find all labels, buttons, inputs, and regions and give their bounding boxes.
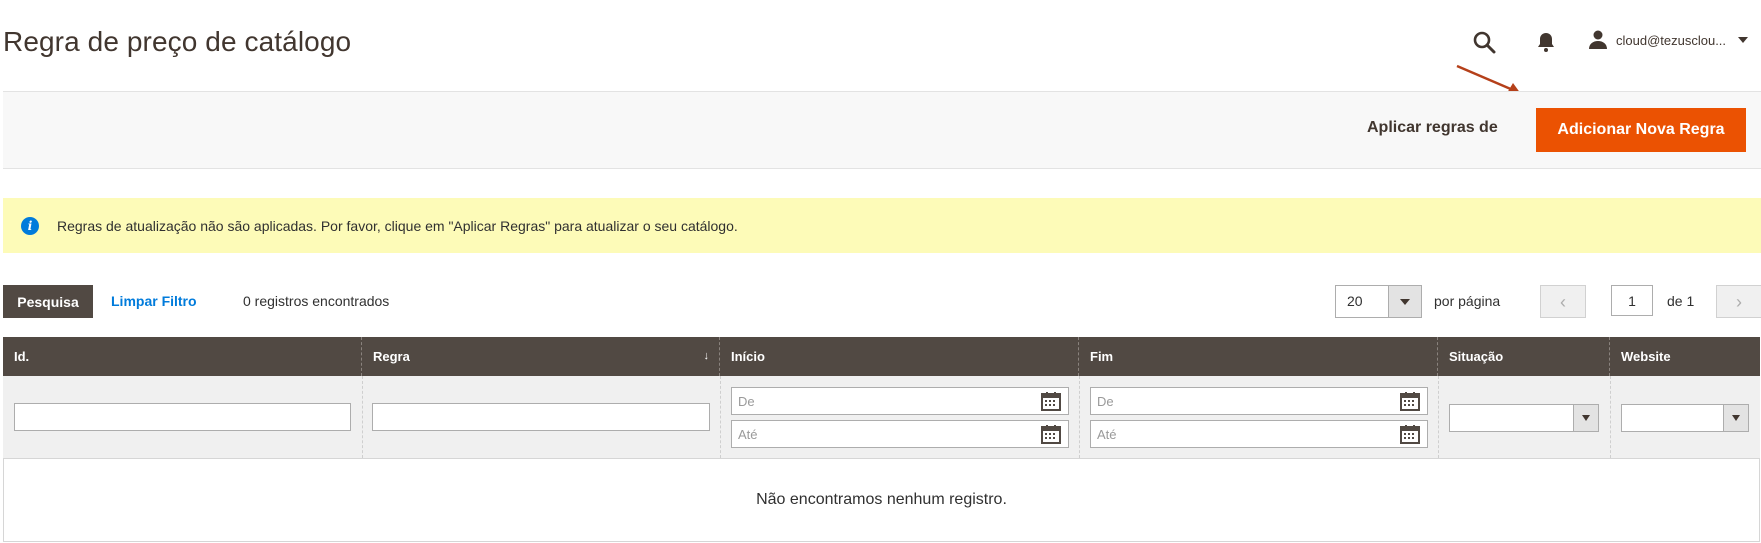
apply-rules-button[interactable]: Aplicar regras de — [1367, 119, 1498, 137]
calendar-icon[interactable] — [1400, 391, 1420, 411]
filter-rule-input[interactable] — [372, 403, 710, 431]
info-message-text: Regras de atualização não são aplicadas.… — [57, 218, 738, 234]
page-total: de 1 — [1667, 293, 1695, 309]
empty-records-message: Não encontramos nenhum registro. — [3, 459, 1760, 542]
column-header-rule[interactable]: Regra ↓ — [362, 337, 720, 376]
bell-icon[interactable] — [1534, 30, 1558, 54]
user-menu[interactable]: cloud@tezusclou... — [1588, 28, 1749, 52]
per-page-select[interactable]: 20 — [1335, 285, 1422, 318]
column-header-rule-label: Regra — [373, 349, 410, 364]
info-icon: i — [21, 217, 39, 235]
calendar-icon[interactable] — [1041, 424, 1061, 444]
search-icon[interactable] — [1472, 30, 1496, 54]
column-divider — [1610, 376, 1611, 458]
next-page-button[interactable]: › — [1716, 285, 1761, 318]
filter-id-input[interactable] — [14, 403, 351, 431]
column-divider — [720, 376, 721, 458]
column-header-status[interactable]: Situação — [1438, 337, 1610, 376]
filter-start-to-input[interactable] — [731, 420, 1069, 448]
user-name: cloud@tezusclou... — [1616, 32, 1727, 48]
filter-website-select[interactable] — [1621, 404, 1749, 432]
add-new-rule-button[interactable]: Adicionar Nova Regra — [1536, 108, 1746, 152]
chevron-right-icon: › — [1736, 291, 1742, 312]
filter-start-from-input[interactable] — [731, 387, 1069, 415]
column-header-website[interactable]: Website — [1610, 337, 1760, 376]
column-divider — [362, 376, 363, 458]
calendar-icon[interactable] — [1400, 424, 1420, 444]
chevron-down-icon — [1573, 405, 1598, 431]
per-page-label: por página — [1434, 293, 1501, 309]
search-button[interactable]: Pesquisa — [3, 285, 93, 318]
sort-arrow-icon: ↓ — [703, 350, 710, 362]
filter-end-to-input[interactable] — [1090, 420, 1428, 448]
chevron-down-icon[interactable] — [1388, 286, 1421, 317]
current-page-input[interactable] — [1611, 285, 1653, 316]
user-icon — [1588, 29, 1608, 52]
per-page-value: 20 — [1347, 293, 1363, 309]
records-count: 0 registros encontrados — [243, 293, 390, 309]
column-header-start[interactable]: Início — [720, 337, 1079, 376]
chevron-down-icon — [1723, 405, 1748, 431]
filter-end-from-input[interactable] — [1090, 387, 1428, 415]
column-header-end[interactable]: Fim — [1079, 337, 1438, 376]
column-divider — [1079, 376, 1080, 458]
column-divider — [1438, 376, 1439, 458]
page-title: Regra de preço de catálogo — [3, 26, 352, 57]
prev-page-button[interactable]: ‹ — [1540, 285, 1586, 318]
calendar-icon[interactable] — [1041, 391, 1061, 411]
clear-filter-link[interactable]: Limpar Filtro — [111, 292, 197, 310]
chevron-left-icon: ‹ — [1560, 291, 1566, 312]
filter-status-select[interactable] — [1449, 404, 1599, 432]
column-header-id[interactable]: Id. — [3, 337, 362, 376]
chevron-down-icon — [1738, 37, 1749, 43]
